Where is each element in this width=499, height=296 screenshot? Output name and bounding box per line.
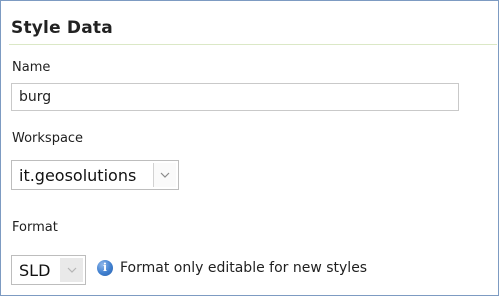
- name-input[interactable]: [11, 83, 459, 111]
- format-note-text: Format only editable for new styles: [120, 260, 368, 276]
- name-label: Name: [12, 60, 51, 75]
- format-info-note: i Format only editable for new styles: [97, 260, 367, 276]
- format-label: Format: [12, 220, 58, 235]
- info-icon: i: [97, 260, 113, 276]
- format-select-value: SLD: [19, 260, 51, 280]
- chevron-down-icon: [60, 258, 83, 282]
- format-select: SLD: [11, 255, 86, 285]
- chevron-down-icon[interactable]: [153, 163, 176, 187]
- section-title: Style Data: [11, 18, 113, 38]
- style-data-panel: Style Data Name Workspace it.geosolution…: [0, 0, 499, 296]
- workspace-select-value: it.geosolutions: [19, 165, 137, 185]
- title-divider: [9, 44, 497, 45]
- workspace-label: Workspace: [12, 131, 84, 146]
- workspace-select[interactable]: it.geosolutions: [11, 160, 179, 190]
